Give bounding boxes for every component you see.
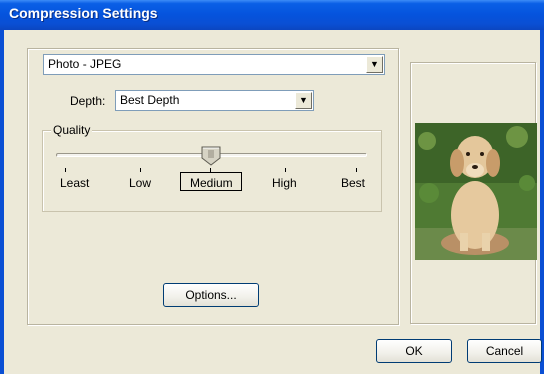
tick-label-medium: Medium (190, 176, 233, 190)
quality-legend: Quality (51, 123, 93, 137)
chevron-down-icon[interactable]: ▼ (295, 92, 312, 109)
tick-label-low: Low (129, 176, 152, 190)
options-button[interactable]: Options... (163, 283, 259, 307)
cancel-button[interactable]: Cancel (467, 339, 542, 363)
preview-image (415, 123, 537, 260)
codec-select-value: Photo - JPEG (48, 57, 122, 71)
quality-group (42, 130, 382, 212)
tick-label-high: High (272, 176, 297, 190)
tick-label-best: Best (341, 176, 366, 190)
chevron-down-icon[interactable]: ▼ (366, 56, 383, 73)
tick-label-least: Least (60, 176, 90, 190)
title-bar: Compression Settings (0, 0, 544, 30)
depth-select-value: Best Depth (120, 93, 180, 107)
tick-mark (140, 168, 141, 172)
quality-slider-thumb[interactable] (201, 146, 221, 166)
codec-select[interactable]: Photo - JPEG ▼ (43, 54, 385, 75)
window-title: Compression Settings (9, 5, 158, 21)
depth-label: Depth: (70, 94, 106, 108)
window-frame-right (540, 30, 544, 374)
window-frame-left (0, 30, 4, 374)
tick-mark (285, 168, 286, 172)
depth-select[interactable]: Best Depth ▼ (115, 90, 314, 111)
tick-mark (356, 168, 357, 172)
tick-mark (65, 168, 66, 172)
ok-button[interactable]: OK (376, 339, 452, 363)
